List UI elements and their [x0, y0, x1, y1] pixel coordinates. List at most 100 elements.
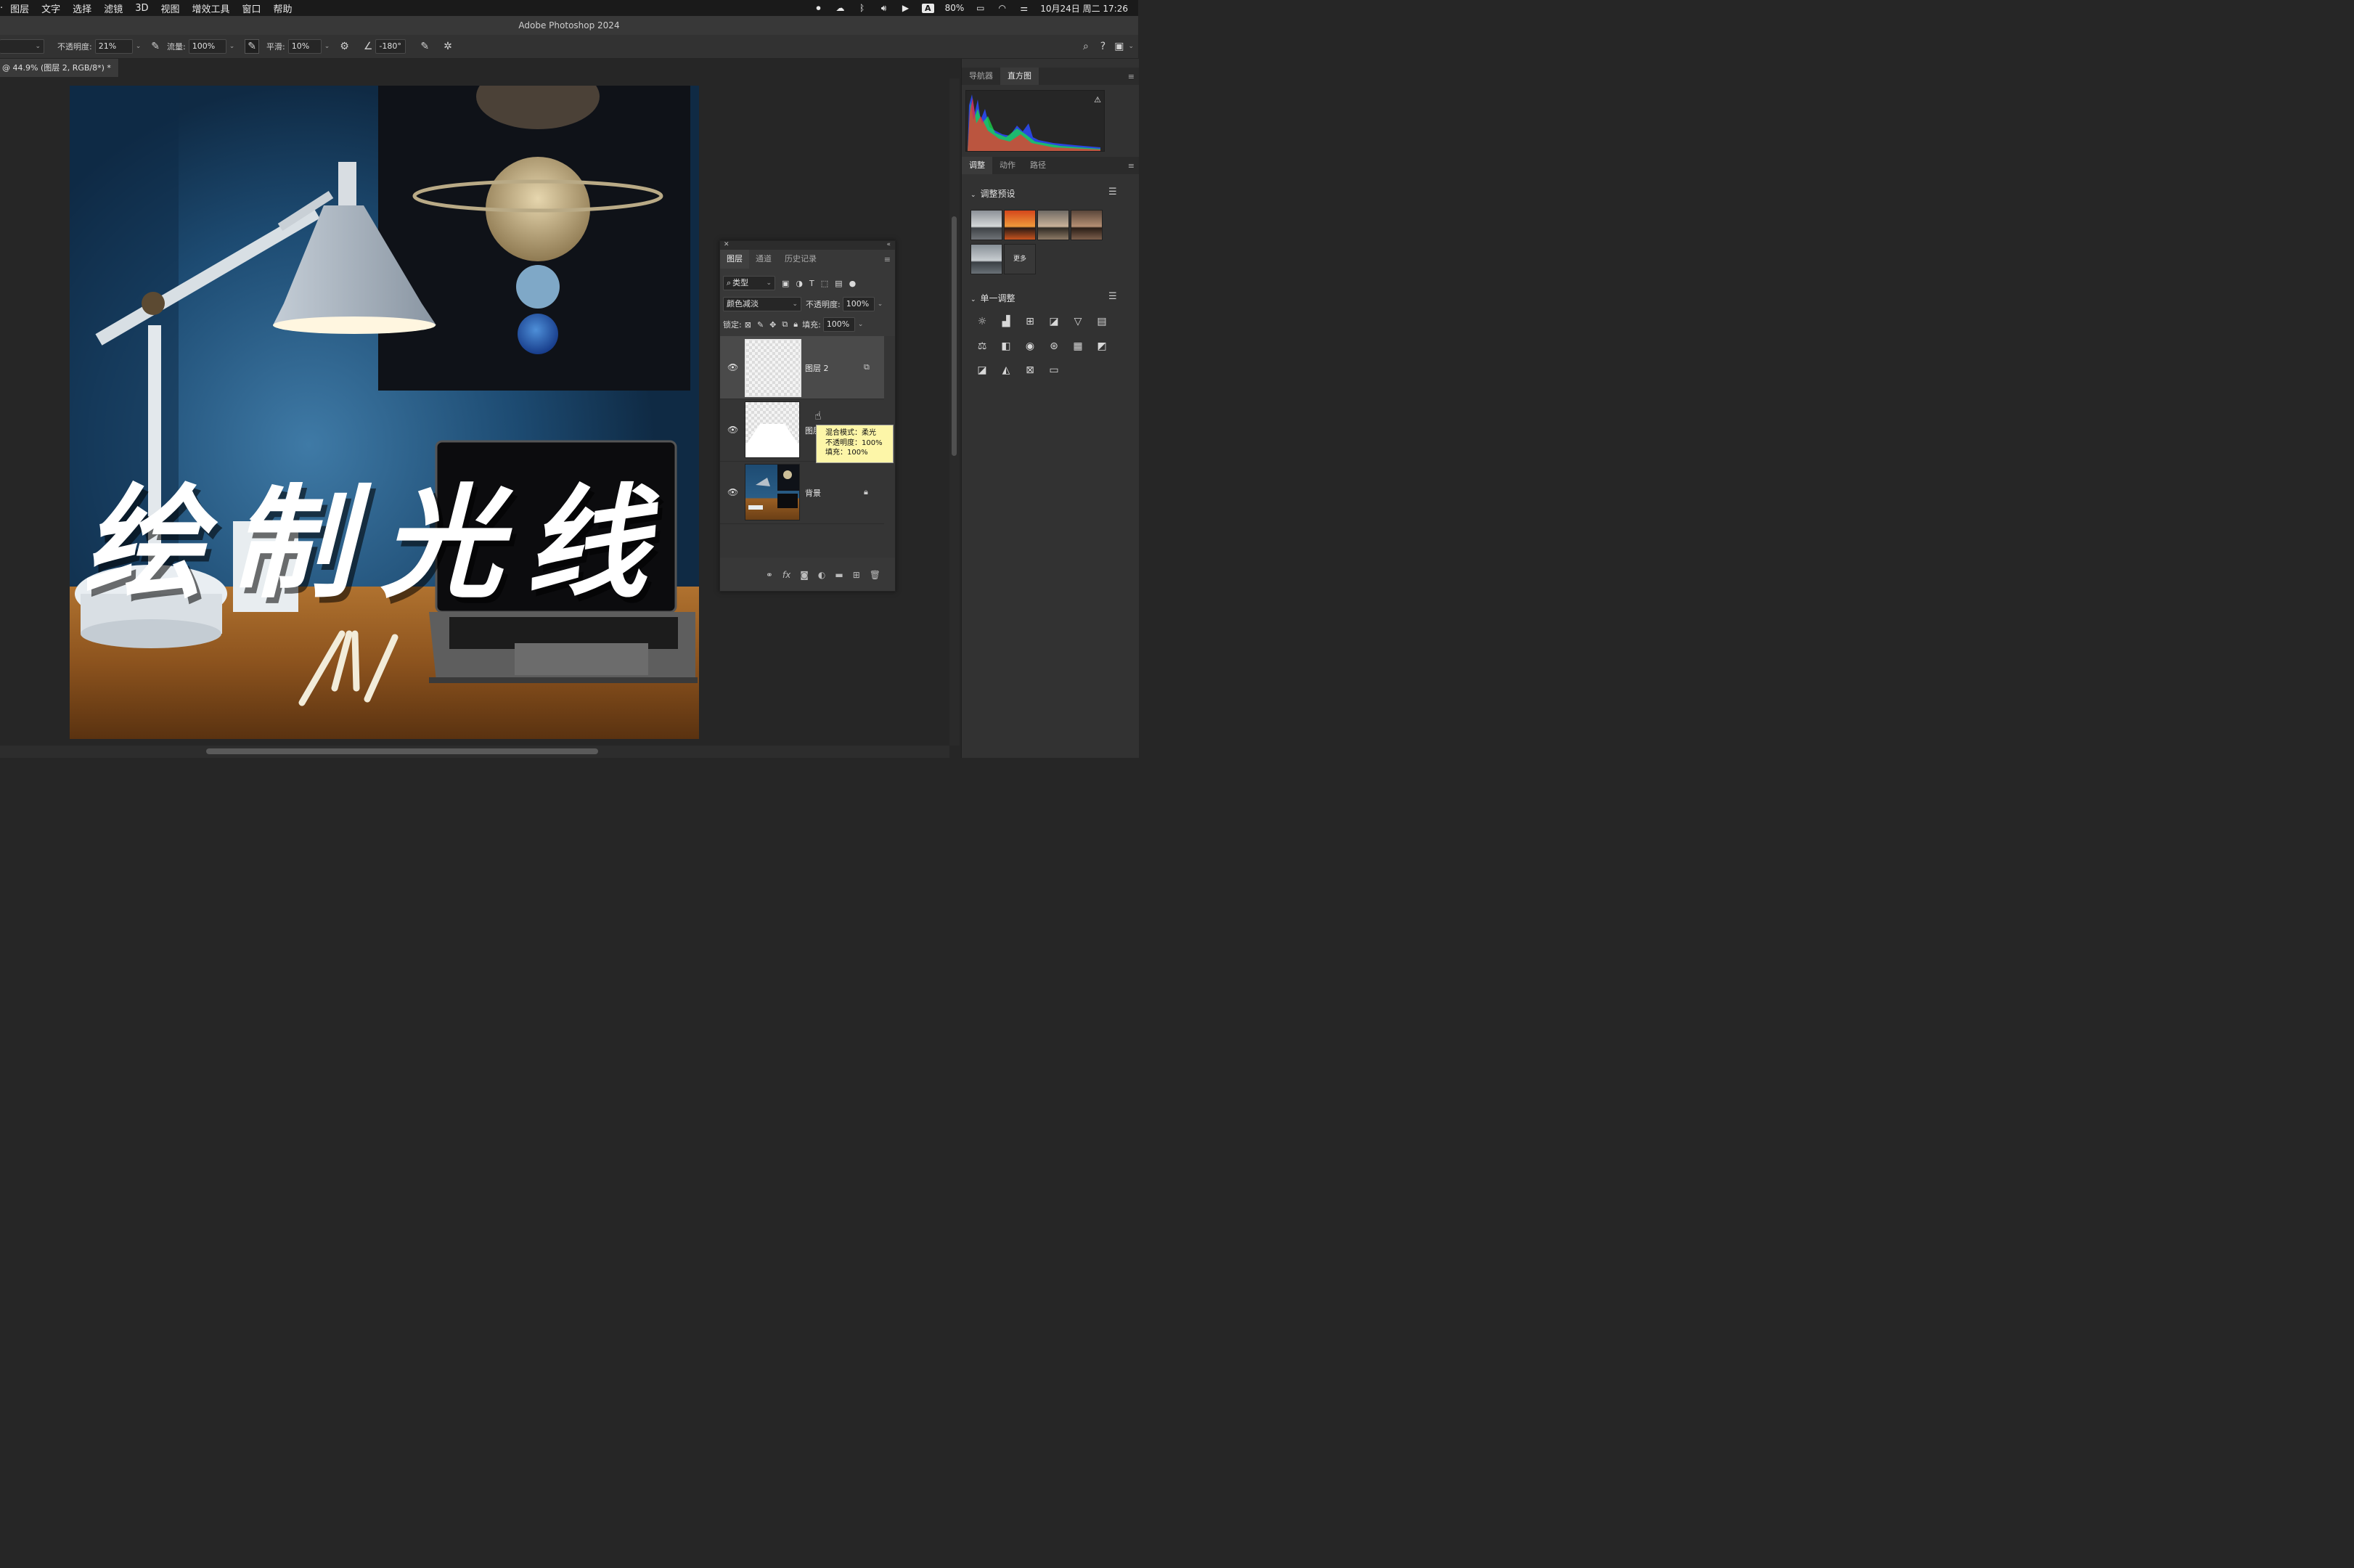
- fill-dropdown-icon[interactable]: ⌄: [858, 321, 864, 328]
- threshold-icon[interactable]: ◭: [998, 362, 1014, 378]
- workspace-icon[interactable]: ▣: [1114, 41, 1124, 52]
- fill-field[interactable]: 100%: [822, 317, 855, 332]
- wifi-icon[interactable]: ◠: [997, 3, 1008, 13]
- tab-history[interactable]: 历史记录: [778, 250, 823, 269]
- control-center-icon[interactable]: ⚌: [1018, 3, 1029, 13]
- help-icon[interactable]: ?: [1100, 41, 1106, 52]
- volume-icon[interactable]: 🔊︎: [878, 3, 889, 13]
- smoothing-field[interactable]: 10%: [287, 39, 322, 54]
- levels-icon[interactable]: ▟: [998, 314, 1014, 330]
- hue-saturation-icon[interactable]: ▤: [1094, 314, 1110, 330]
- angle-field[interactable]: -180°: [375, 39, 406, 54]
- menu-filter[interactable]: 滤镜: [104, 1, 123, 15]
- tab-paths[interactable]: 路径: [1023, 157, 1053, 174]
- eye-icon[interactable]: 👁︎: [727, 362, 738, 372]
- symmetry-butterfly-icon[interactable]: ✲: [444, 41, 452, 52]
- mask-icon[interactable]: ◙: [800, 570, 809, 580]
- layer-row[interactable]: 👁︎ 图层 2 ⧉: [720, 336, 884, 399]
- layer-name[interactable]: 背景: [805, 487, 821, 499]
- color-lookup-icon[interactable]: ▦: [1070, 338, 1086, 354]
- play-icon[interactable]: ▶: [900, 3, 911, 13]
- opacity-field[interactable]: 21%: [94, 39, 133, 54]
- list-view-icon[interactable]: ☰: [1108, 291, 1117, 302]
- tab-navigator[interactable]: 导航器: [962, 68, 1000, 85]
- pressure-size-icon[interactable]: ✎: [420, 41, 429, 52]
- blend-mode-select[interactable]: 颜色减淡 ⌄: [723, 297, 801, 311]
- preset-thumb-sepia[interactable]: [1071, 210, 1103, 240]
- trash-icon[interactable]: 🗑︎: [870, 570, 880, 580]
- lock-all-icon[interactable]: 🔒︎: [793, 319, 798, 330]
- more-presets-button[interactable]: 更多: [1004, 244, 1036, 274]
- close-icon[interactable]: ✕: [724, 241, 730, 248]
- channel-mixer-icon[interactable]: ⊛: [1046, 338, 1062, 354]
- black-white-icon[interactable]: ◧: [998, 338, 1014, 354]
- lock-brush-icon[interactable]: ✎: [757, 320, 764, 330]
- creative-cloud-icon[interactable]: ☁: [835, 3, 846, 13]
- vertical-scrollbar[interactable]: [949, 78, 960, 746]
- vibrance-icon[interactable]: ▽: [1070, 314, 1086, 330]
- brightness-contrast-icon[interactable]: ☼: [974, 314, 990, 330]
- layer-opacity-dropdown-icon[interactable]: ⌄: [878, 301, 883, 308]
- new-layer-icon[interactable]: ⊞: [853, 570, 860, 580]
- airbrush-icon[interactable]: ✎: [245, 39, 259, 54]
- adjustments-menu-icon[interactable]: ≡: [1128, 161, 1135, 171]
- menu-plugins[interactable]: 增效工具: [192, 1, 230, 15]
- menu-view[interactable]: 视图: [160, 1, 179, 15]
- single-adjust-section-header[interactable]: ⌄ 单一调整: [970, 292, 1015, 304]
- posterize-icon[interactable]: ◪: [974, 362, 990, 378]
- filter-smart-icon[interactable]: ▤: [835, 279, 842, 288]
- preset-thumb-cool[interactable]: [970, 244, 1002, 274]
- menubar-clock[interactable]: 10月24日 周二 17:26: [1040, 2, 1128, 15]
- input-method-badge[interactable]: A: [922, 3, 934, 13]
- horizontal-scroll-thumb[interactable]: [206, 748, 598, 754]
- presets-section-header[interactable]: ⌄ 调整预设: [970, 187, 1015, 200]
- adjustment-layer-icon[interactable]: ◐: [818, 570, 825, 580]
- menu-layer[interactable]: 图层: [10, 1, 29, 15]
- list-view-icon[interactable]: ☰: [1108, 187, 1117, 197]
- workspace-dropdown-icon[interactable]: ⌄: [1128, 43, 1134, 50]
- curves-icon[interactable]: ⊞: [1022, 314, 1038, 330]
- invert-icon[interactable]: ◩: [1094, 338, 1110, 354]
- document-canvas[interactable]: 绘 制 光 线: [70, 86, 699, 739]
- photo-filter-icon[interactable]: ◉: [1022, 338, 1038, 354]
- filter-shape-icon[interactable]: ⬚: [821, 279, 828, 288]
- filter-toggle-icon[interactable]: ●: [849, 279, 857, 288]
- tab-histogram[interactable]: 直方图: [1000, 68, 1039, 85]
- eye-icon[interactable]: 👁︎: [727, 425, 738, 435]
- filter-type-select[interactable]: ⌕ 类型 ⌄: [723, 276, 775, 290]
- pressure-opacity-icon[interactable]: ✎: [151, 41, 160, 52]
- folder-icon[interactable]: ▬: [835, 570, 843, 580]
- menu-help[interactable]: 帮助: [274, 1, 293, 15]
- document-tab[interactable]: @ 44.9% (图层 2, RGB/8*) *: [0, 59, 119, 77]
- link-icon[interactable]: ⚭: [766, 570, 773, 580]
- lock-move-icon[interactable]: ✥: [769, 320, 776, 330]
- lock-artboard-icon[interactable]: ⧉: [782, 319, 788, 330]
- flow-dropdown-icon[interactable]: ⌄: [229, 43, 235, 50]
- bluetooth-icon[interactable]: ᛒ: [857, 3, 867, 13]
- menu-3d[interactable]: 3D: [135, 3, 148, 14]
- layer-row[interactable]: 👁︎ 背景 🔒︎: [720, 461, 884, 524]
- menu-select[interactable]: 选择: [73, 1, 91, 15]
- gear-icon[interactable]: ⚙: [340, 41, 349, 52]
- brush-preset-picker[interactable]: ⌄: [0, 39, 44, 54]
- tab-adjustments[interactable]: 调整: [962, 157, 992, 174]
- layers-menu-icon[interactable]: ≡: [884, 255, 891, 264]
- flow-field[interactable]: 100%: [188, 39, 226, 54]
- warning-icon[interactable]: ⚠: [1094, 95, 1101, 105]
- tab-actions[interactable]: 动作: [992, 157, 1023, 174]
- collapse-icon[interactable]: «: [886, 241, 891, 248]
- exposure-icon[interactable]: ◪: [1046, 314, 1062, 330]
- horizontal-scrollbar[interactable]: [0, 746, 949, 758]
- vertical-scroll-thumb[interactable]: [952, 216, 957, 456]
- filter-type-icon[interactable]: T: [809, 279, 814, 288]
- tab-channels[interactable]: 通道: [749, 250, 778, 269]
- layer-opacity-field[interactable]: 100%: [842, 297, 875, 311]
- color-balance-icon[interactable]: ⚖: [974, 338, 990, 354]
- battery-icon[interactable]: ▭: [975, 3, 986, 13]
- opacity-dropdown-icon[interactable]: ⌄: [136, 43, 142, 50]
- filter-pixel-icon[interactable]: ▣: [782, 279, 789, 288]
- gradient-map-icon[interactable]: ▭: [1046, 362, 1062, 378]
- layer-name[interactable]: 图层 2: [805, 362, 829, 374]
- preset-thumb-warm[interactable]: [1037, 210, 1069, 240]
- fx-icon[interactable]: fx: [782, 570, 790, 580]
